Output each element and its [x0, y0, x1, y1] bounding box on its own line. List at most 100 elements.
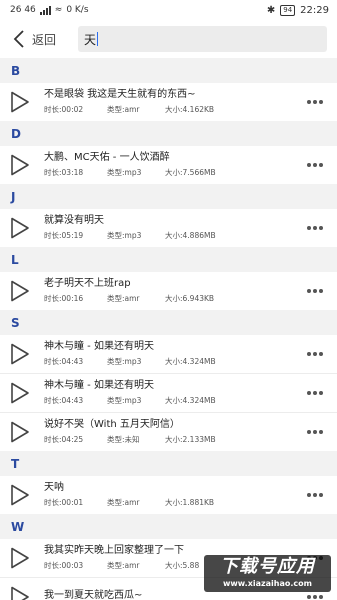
item-info: 神木与瞳 - 如果还有明天 时长:04:43 类型:mp3 大小:4.324MB [40, 379, 293, 407]
item-meta: 时长:05:19 类型:mp3 大小:4.886MB [44, 230, 293, 242]
status-left: 26 46 ≈ 0 K/s [10, 5, 89, 15]
text-cursor [97, 32, 99, 46]
item-duration: 时长:00:03 [44, 561, 84, 570]
battery-icon: 94 [280, 4, 296, 16]
section-header-d: D [0, 121, 337, 146]
network-speed: 0 K/s [66, 5, 89, 15]
item-type: 类型:mp3 [107, 357, 142, 366]
list-item[interactable]: 天呐 时长:00:01 类型:amr 大小:1.881KB [0, 476, 337, 514]
item-duration: 时长:00:01 [44, 498, 84, 507]
list-item[interactable]: 大鹏、MC天佑 - 一人饮酒醉 时长:03:18 类型:mp3 大小:7.566… [0, 146, 337, 184]
item-size: 大小:1.881KB [165, 498, 215, 507]
list-item[interactable]: 神木与瞳 - 如果还有明天 时长:04:43 类型:mp3 大小:4.324MB [0, 335, 337, 374]
back-button[interactable]: 返回 [12, 30, 78, 48]
item-meta: 时长:00:01 类型:amr 大小:1.881KB [44, 497, 293, 509]
item-size: 大小:4.162KB [165, 105, 215, 114]
play-button[interactable] [0, 217, 40, 239]
item-size: 大小:4.886MB [165, 231, 216, 240]
section-header-b: B [0, 58, 337, 83]
item-type: 类型:mp3 [107, 396, 142, 405]
play-button[interactable] [0, 382, 40, 404]
list-item[interactable]: 神木与瞳 - 如果还有明天 时长:04:43 类型:mp3 大小:4.324MB [0, 374, 337, 413]
back-label: 返回 [32, 32, 57, 47]
play-icon [11, 217, 29, 239]
item-duration: 时长:00:16 [44, 294, 84, 303]
item-info: 大鹏、MC天佑 - 一人饮酒醉 时长:03:18 类型:mp3 大小:7.566… [40, 151, 293, 179]
section-header-s: S [0, 310, 337, 335]
play-button[interactable] [0, 91, 40, 113]
list-item[interactable]: 就算没有明天 时长:05:19 类型:mp3 大小:4.886MB [0, 209, 337, 247]
play-button[interactable] [0, 547, 40, 569]
item-meta: 时长:04:43 类型:mp3 大小:4.324MB [44, 395, 293, 407]
signal-icon [39, 5, 51, 15]
list-item[interactable]: 老子明天不上班rap 时长:00:16 类型:amr 大小:6.943KB [0, 272, 337, 310]
item-info: 老子明天不上班rap 时长:00:16 类型:amr 大小:6.943KB [40, 277, 293, 305]
item-type: 类型:amr [107, 561, 140, 570]
search-text: 天 [84, 32, 97, 47]
item-type: 类型:mp3 [107, 231, 142, 240]
play-button[interactable] [0, 280, 40, 302]
item-title: 不是眼袋 我这是天生就有的东西~ [44, 89, 196, 100]
play-button[interactable] [0, 484, 40, 506]
item-info: 说好不哭（With 五月天阿信） 时长:04:25 类型:未知 大小:2.133… [40, 418, 293, 446]
item-type: 类型:amr [107, 294, 140, 303]
item-size: 大小:2.133MB [165, 435, 216, 444]
item-meta: 时长:03:18 类型:mp3 大小:7.566MB [44, 167, 293, 179]
more-options-icon[interactable] [293, 430, 337, 434]
search-input[interactable]: 天 [78, 26, 327, 52]
item-meta: 时长:04:25 类型:未知 大小:2.133MB [44, 434, 293, 446]
item-duration: 时长:00:02 [44, 105, 84, 114]
watermark-title: 下载号应用 [220, 556, 315, 577]
more-options-icon[interactable] [293, 493, 337, 497]
item-title: 就算没有明天 [44, 215, 104, 226]
item-title: 天呐 [44, 482, 64, 493]
item-title: 说好不哭（With 五月天阿信） [44, 419, 180, 430]
item-meta: 时长:00:02 类型:amr 大小:4.162KB [44, 104, 293, 116]
item-type: 类型:amr [107, 105, 140, 114]
more-options-icon[interactable] [293, 391, 337, 395]
item-meta: 时长:04:43 类型:mp3 大小:4.324MB [44, 356, 293, 368]
item-type: 类型:mp3 [107, 168, 142, 177]
play-button[interactable] [0, 154, 40, 176]
list-item[interactable]: 说好不哭（With 五月天阿信） 时长:04:25 类型:未知 大小:2.133… [0, 413, 337, 451]
result-list[interactable]: B 不是眼袋 我这是天生就有的东西~ 时长:00:02 类型:amr 大小:4.… [0, 58, 337, 600]
bluetooth-icon: ✱ [266, 4, 276, 16]
play-icon [11, 343, 29, 365]
section-header-t: T [0, 451, 337, 476]
section-header-j: J [0, 184, 337, 209]
item-size: 大小:4.324MB [165, 396, 216, 405]
item-meta: 时长:00:16 类型:amr 大小:6.943KB [44, 293, 293, 305]
more-options-icon[interactable] [293, 163, 337, 167]
more-options-icon[interactable] [293, 226, 337, 230]
status-right: ✱ 94 22:29 [266, 4, 329, 16]
watermark-logo: 下载号应用 www.xiazaihao.com [204, 555, 331, 592]
item-duration: 时长:03:18 [44, 168, 84, 177]
item-title: 老子明天不上班rap [44, 278, 131, 289]
clock: 22:29 [300, 4, 329, 16]
item-type: 类型:amr [107, 498, 140, 507]
play-button[interactable] [0, 343, 40, 365]
play-icon [11, 586, 29, 600]
header: 返回 天 [0, 20, 337, 58]
section-header-l: L [0, 247, 337, 272]
more-options-icon[interactable] [293, 289, 337, 293]
item-size: 大小:6.943KB [165, 294, 215, 303]
more-options-icon[interactable] [293, 100, 337, 104]
play-icon [11, 484, 29, 506]
list-item[interactable]: 不是眼袋 我这是天生就有的东西~ 时长:00:02 类型:amr 大小:4.16… [0, 83, 337, 121]
play-button[interactable] [0, 586, 40, 600]
item-info: 天呐 时长:00:01 类型:amr 大小:1.881KB [40, 481, 293, 509]
play-button[interactable] [0, 421, 40, 443]
item-info: 就算没有明天 时长:05:19 类型:mp3 大小:4.886MB [40, 214, 293, 242]
item-duration: 时长:04:25 [44, 435, 84, 444]
item-info: 不是眼袋 我这是天生就有的东西~ 时长:00:02 类型:amr 大小:4.16… [40, 88, 293, 116]
watermark-url: www.xiazaihao.com [223, 579, 312, 588]
more-options-icon[interactable] [293, 595, 337, 599]
item-duration: 时长:04:43 [44, 357, 84, 366]
more-options-icon[interactable] [293, 352, 337, 356]
item-type: 类型:未知 [107, 435, 140, 444]
play-icon [11, 421, 29, 443]
item-title: 大鹏、MC天佑 - 一人饮酒醉 [44, 152, 170, 163]
item-title: 神木与瞳 - 如果还有明天 [44, 341, 154, 352]
section-header-w: W [0, 514, 337, 539]
